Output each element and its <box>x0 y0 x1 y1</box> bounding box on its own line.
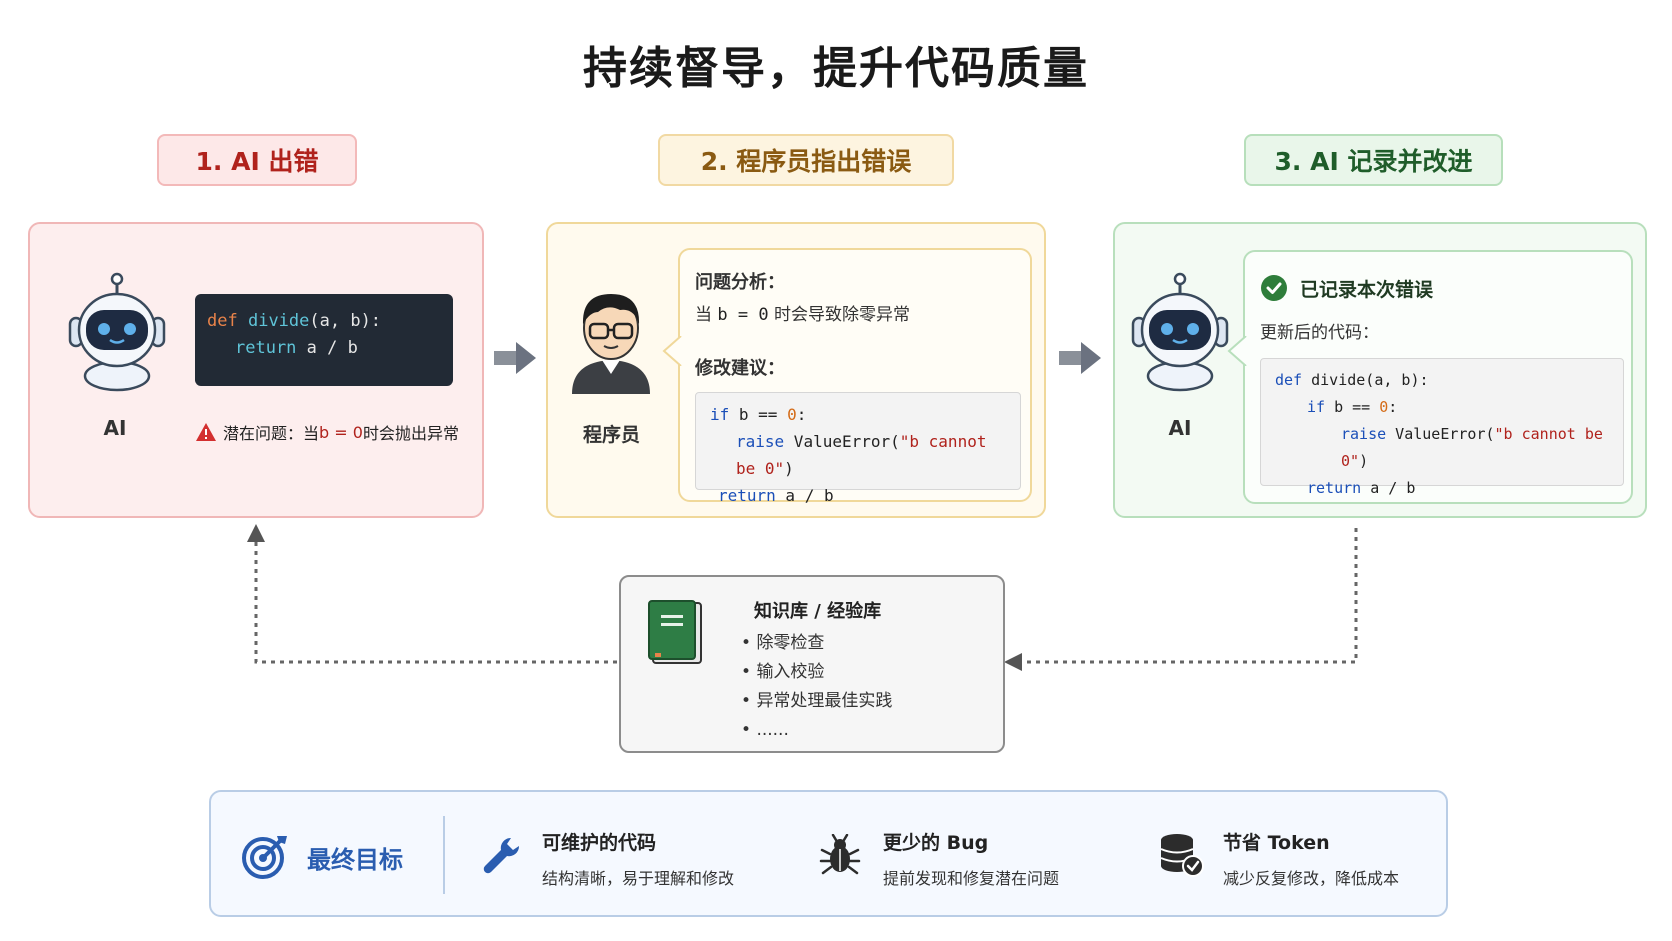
goal-title: 最终目标 <box>307 846 403 874</box>
feature-fewer-bugs: 更少的 Bug 提前发现和修复潜在问题 <box>883 832 1060 888</box>
list-item: • 除零检查 <box>741 633 825 653</box>
knowledge-base-list: • 除零检查 • 输入校验 • 异常处理最佳实践 • ...... <box>741 629 892 745</box>
goals-bar: 最终目标 可维护的代码 结构清晰，易于理解和修改 更少的 Bug 提前发现和修复… <box>209 790 1448 917</box>
list-item: • ...... <box>741 720 789 740</box>
knowledge-base-card: 知识库 / 经验库 • 除零检查 • 输入校验 • 异常处理最佳实践 • ...… <box>619 575 1005 753</box>
bug-icon <box>819 834 861 875</box>
divider <box>443 816 445 894</box>
database-check-icon <box>1160 834 1204 877</box>
knowledge-base-title: 知识库 / 经验库 <box>754 601 882 622</box>
list-item: • 异常处理最佳实践 <box>741 691 893 711</box>
feature-save-token: 节省 Token 减少反复修改，降低成本 <box>1223 832 1400 888</box>
target-icon <box>242 836 287 879</box>
book-icon <box>648 600 702 664</box>
feature-maintainable: 可维护的代码 结构清晰，易于理解和修改 <box>542 832 735 888</box>
wrench-icon <box>483 837 520 874</box>
list-item: • 输入校验 <box>741 662 825 682</box>
